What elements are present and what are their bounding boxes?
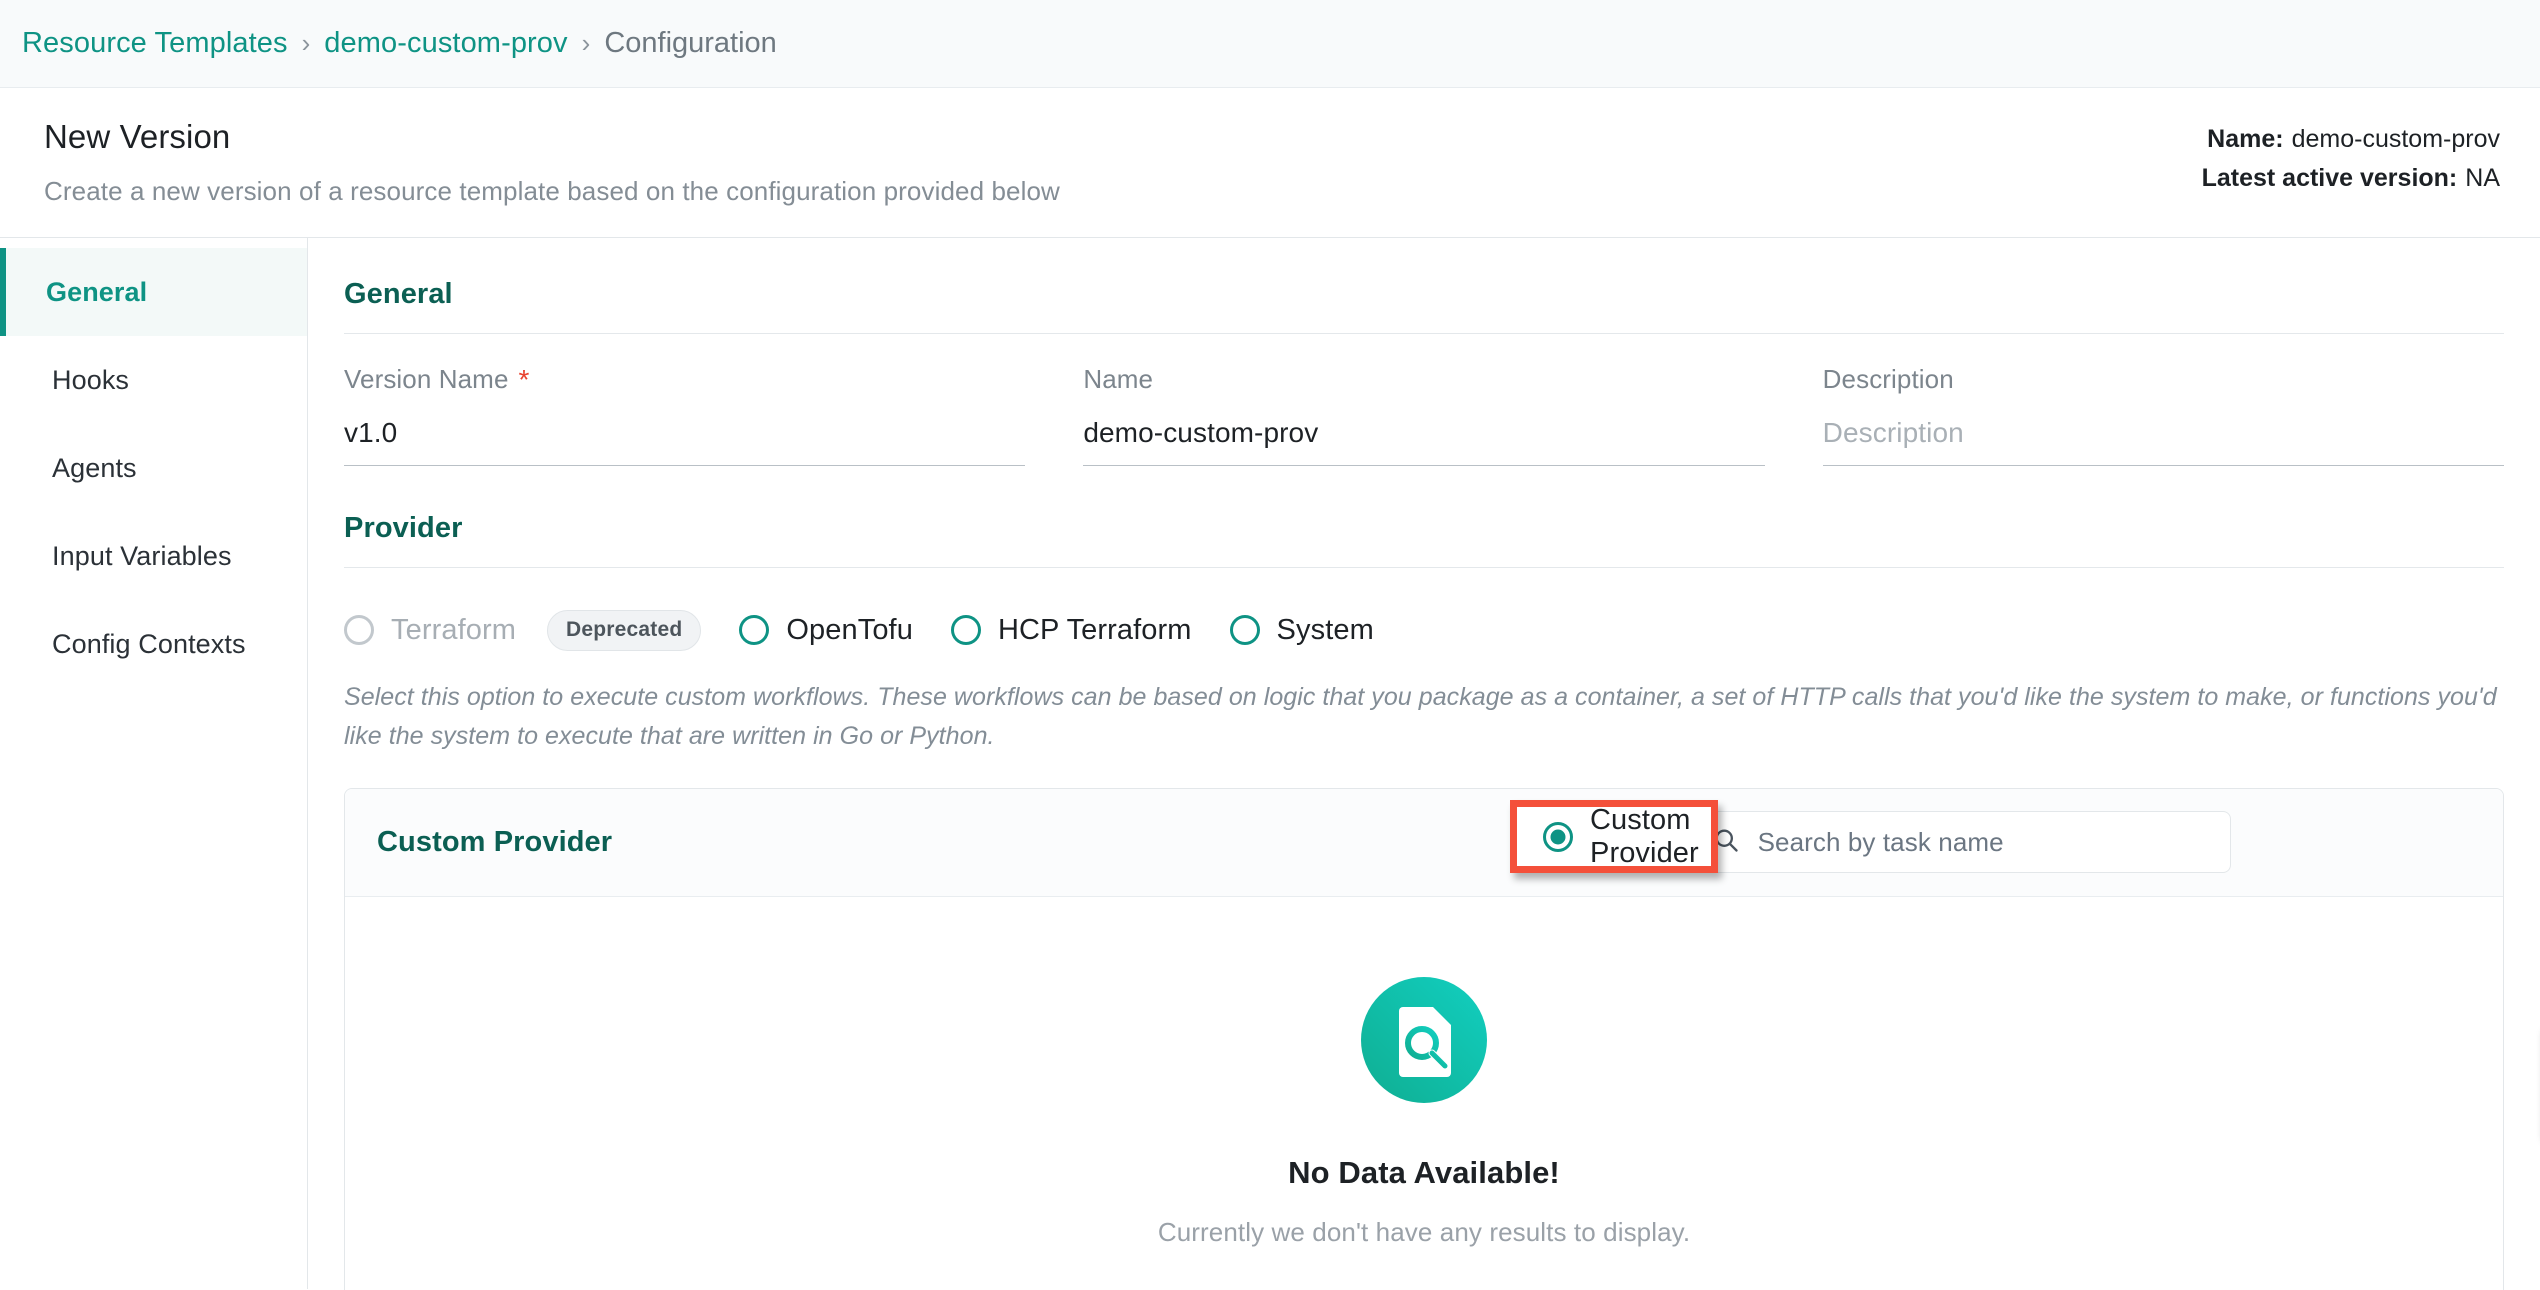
breadcrumb-separator-icon: › xyxy=(301,28,311,58)
custom-provider-title: Custom Provider xyxy=(377,825,613,858)
section-divider xyxy=(344,567,2504,568)
radio-label: System xyxy=(1276,613,1374,646)
search-icon xyxy=(1712,826,1740,859)
radio-icon[interactable] xyxy=(1229,615,1260,645)
radio-option-terraform: Terraform Deprecated xyxy=(344,609,702,651)
sidebar-item-label: General xyxy=(46,276,148,307)
breadcrumb-item-configuration: Configuration xyxy=(604,27,777,59)
sidebar-item-config-contexts[interactable]: Config Contexts xyxy=(0,600,307,688)
general-form-row: Version Name * v1.0 Name demo-custom-pro… xyxy=(344,364,2504,466)
version-name-label: Version Name xyxy=(344,364,509,394)
page-header: New Version Create a new version of a re… xyxy=(0,88,2540,238)
breadcrumb-item-resource-templates[interactable]: Resource Templates xyxy=(22,27,288,60)
custom-provider-panel: Custom Provider Search by task name + xyxy=(344,787,2504,1290)
deprecated-badge: Deprecated xyxy=(546,609,702,651)
empty-state-subtitle: Currently we don't have any results to d… xyxy=(1157,1216,1691,1247)
page-title: New Version xyxy=(44,118,231,155)
custom-provider-panel-header: Custom Provider Search by task name + xyxy=(345,788,2503,897)
provider-radio-group: Terraform Deprecated OpenTofu HCP Terraf… xyxy=(344,602,2504,658)
name-input[interactable]: demo-custom-prov xyxy=(1083,417,1765,466)
meta-version-row: Latest active version: NA xyxy=(2202,159,2500,198)
field-version-name: Version Name * v1.0 xyxy=(344,364,1026,466)
radio-label: HCP Terraform xyxy=(997,613,1192,646)
meta-name-value: demo-custom-prov xyxy=(2291,125,2500,153)
sidebar-item-label: Config Contexts xyxy=(52,628,246,659)
provider-helper-text: Select this option to execute custom wor… xyxy=(344,683,2497,750)
sidebar-item-agents[interactable]: Agents xyxy=(0,424,307,512)
meta-version-label: Latest active version: xyxy=(2201,163,2458,192)
field-description: Description Description xyxy=(1822,364,2504,466)
field-name: Name demo-custom-prov xyxy=(1083,364,1765,466)
radio-icon[interactable] xyxy=(739,615,770,645)
meta-name-row: Name: demo-custom-prov xyxy=(2202,120,2500,159)
name-label: Name xyxy=(1083,364,1154,394)
radio-label: OpenTofu xyxy=(786,613,913,646)
radio-icon[interactable] xyxy=(950,615,981,645)
sidebar-item-input-variables[interactable]: Input Variables xyxy=(0,512,307,600)
radio-label: Custom Provider xyxy=(1590,803,1699,869)
breadcrumb-separator-icon: › xyxy=(581,28,591,58)
page-subtitle: Create a new version of a resource templ… xyxy=(44,176,1060,206)
description-input[interactable]: Description xyxy=(1822,417,2504,466)
annotation-box-custom-provider: Custom Provider xyxy=(1510,800,1718,873)
radio-icon[interactable] xyxy=(1543,821,1573,852)
panel-toolbar: Search by task name + Add Task xyxy=(1690,811,2473,873)
sidebar-item-label: Hooks xyxy=(52,364,130,395)
section-divider xyxy=(344,333,2504,334)
description-label-wrap: Description xyxy=(1823,364,2504,395)
radio-option-system[interactable]: System xyxy=(1229,613,1374,647)
sidebar-nav: General Hooks Agents Input Variables Con… xyxy=(0,238,308,1289)
main-content: General Version Name * v1.0 Name demo-cu… xyxy=(308,238,2540,1290)
sidebar-item-general[interactable]: General xyxy=(0,248,307,336)
version-name-label-wrap: Version Name * xyxy=(344,364,1025,395)
radio-icon xyxy=(344,615,374,645)
provider-section-title: Provider xyxy=(344,512,463,544)
radio-label: Terraform xyxy=(391,613,516,646)
meta-name-label: Name: xyxy=(2207,125,2284,153)
sidebar-item-hooks[interactable]: Hooks xyxy=(0,336,307,424)
empty-state-title: No Data Available! xyxy=(1288,1154,1560,1190)
app-page: Resource Templates › demo-custom-prov › … xyxy=(0,0,2540,1290)
required-asterisk-icon: * xyxy=(518,363,530,395)
header-meta: Name: demo-custom-prov Latest active vers… xyxy=(2202,120,2500,198)
document-search-icon xyxy=(1351,967,1497,1113)
search-placeholder: Search by task name xyxy=(1757,826,2004,857)
body-wrapper: General Hooks Agents Input Variables Con… xyxy=(0,238,2540,1290)
radio-option-opentofu[interactable]: OpenTofu xyxy=(739,614,913,647)
general-section-title: General xyxy=(344,278,453,310)
breadcrumb-item-demo-custom-prov[interactable]: demo-custom-prov xyxy=(324,27,567,60)
custom-provider-panel-body: No Data Available! Currently we don't ha… xyxy=(345,896,2503,1290)
sidebar-item-label: Input Variables xyxy=(52,540,232,571)
breadcrumb: Resource Templates › demo-custom-prov › … xyxy=(0,0,2540,88)
radio-option-custom-provider[interactable]: Custom Provider xyxy=(1517,804,1711,869)
name-label-wrap: Name xyxy=(1083,364,1764,395)
search-input[interactable]: Search by task name xyxy=(1690,811,2231,873)
sidebar-item-label: Agents xyxy=(52,452,137,483)
meta-version-value: NA xyxy=(2465,163,2500,192)
version-name-input[interactable]: v1.0 xyxy=(344,417,1026,466)
description-label: Description xyxy=(1822,364,1954,394)
radio-option-hcp-terraform[interactable]: HCP Terraform xyxy=(950,613,1192,647)
